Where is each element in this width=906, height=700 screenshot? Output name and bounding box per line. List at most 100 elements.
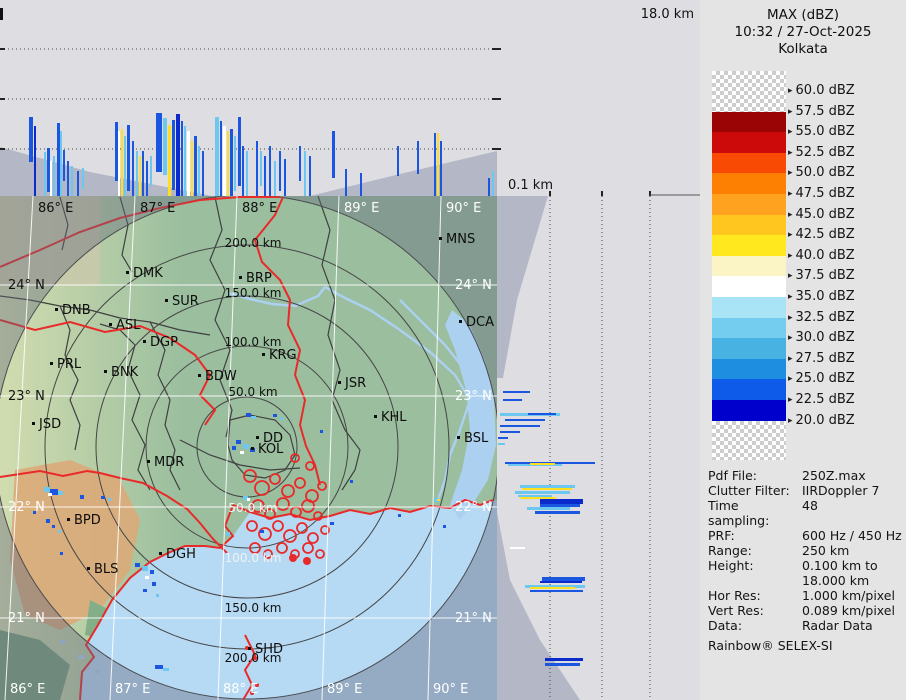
- city-marker-KRG: [262, 353, 265, 356]
- meta-row: Clutter Filter: IIRDoppler 7: [708, 483, 902, 498]
- echo-profile-bar: [220, 121, 222, 196]
- radar-echo: [145, 576, 149, 579]
- radar-echo: [246, 413, 251, 417]
- scale-tick-marker-icon: ▸: [788, 353, 793, 364]
- radar-echo: [58, 530, 61, 533]
- city-label-BDW: BDW: [205, 369, 237, 384]
- radar-map-panel[interactable]: 86° E 86° E 87° E 87° E 88° E 88° E 89° E 89° E…: [0, 194, 500, 700]
- radar-echo: [143, 589, 147, 592]
- side-height-profile-panel[interactable]: [497, 196, 700, 700]
- echo-profile-bar: [332, 131, 335, 178]
- echo-profile-bar: [500, 431, 520, 433]
- city-marker-KOL: [251, 447, 254, 450]
- scale-band: [712, 71, 786, 112]
- scale-tick-marker-icon: ▸: [788, 189, 793, 199]
- meta-label: Vert Res:: [708, 603, 764, 618]
- scale-band: [712, 420, 786, 460]
- echo-profile-bar: [127, 125, 130, 191]
- city-label-BLS: BLS: [94, 562, 118, 577]
- city-label-MDR: MDR: [154, 455, 184, 470]
- echo-profile-bar: [115, 122, 118, 181]
- radar-echo: [163, 668, 169, 671]
- scale-tick-marker-icon: ▸: [788, 127, 793, 138]
- echo-profile-bar: [545, 658, 583, 661]
- echo-profile-bar: [53, 156, 55, 196]
- radar-echo: [232, 446, 236, 450]
- city-marker-DD: [256, 436, 259, 439]
- radar-echo: [273, 414, 277, 417]
- radar-echo: [48, 493, 52, 496]
- echo-profile-bar: [47, 148, 50, 192]
- longitude-label: 88° E: [223, 682, 258, 697]
- echo-profile-bar: [77, 171, 79, 196]
- radar-echo: [280, 417, 283, 420]
- echo-profile-bar: [139, 156, 141, 196]
- city-label-PRL: PRL: [57, 357, 82, 372]
- echo-profile-bar: [57, 123, 60, 196]
- radar-echo: [330, 522, 334, 525]
- echo-profile-bar: [63, 150, 65, 181]
- scale-tick-label: ▸ 40.0 dBZ: [788, 247, 855, 263]
- meta-value: 600 Hz / 450 Hz: [802, 528, 902, 543]
- city-label-BRP: BRP: [246, 271, 272, 286]
- scale-band: [712, 152, 786, 174]
- city-marker-BRP: [239, 276, 242, 279]
- echo-profile-bar: [121, 129, 123, 196]
- scale-band: [712, 194, 786, 216]
- city-marker-KHL: [374, 415, 377, 418]
- meta-row: Vert Res: 0.089 km/pixel: [708, 603, 902, 618]
- longitude-label: 86° E: [10, 682, 45, 697]
- echo-profile-bar: [184, 126, 186, 196]
- city-marker-MDR: [147, 460, 150, 463]
- echo-profile-bar: [191, 141, 193, 196]
- echo-profile-bar: [187, 131, 190, 196]
- meta-label: PRF:: [708, 528, 735, 543]
- meta-row: PRF: 600 Hz / 450 Hz: [708, 528, 902, 543]
- product-name: MAX (dBZ): [766, 7, 840, 23]
- echo-profile-bar: [198, 146, 200, 196]
- scale-band: [712, 255, 786, 277]
- radar-echo: [101, 496, 105, 499]
- city-label-BPD: BPD: [74, 513, 101, 528]
- echo-profile-bar: [238, 117, 241, 186]
- scale-tick-label: ▸ 22.5 dBZ: [788, 392, 855, 407]
- latitude-label: 23° N: [455, 389, 492, 404]
- city-label-BNK: BNK: [111, 365, 139, 380]
- radar-site-name: Kolkata: [778, 41, 828, 57]
- echo-profile-bar: [498, 443, 505, 445]
- echo-profile-bar: [29, 117, 33, 162]
- meta-value: IIRDoppler 7: [802, 483, 880, 498]
- city-marker-JSD: [32, 422, 35, 425]
- echo-profile-bar: [530, 463, 555, 465]
- radar-echo: [44, 487, 50, 492]
- echo-profile-bar: [230, 129, 233, 196]
- echo-profile-bar: [299, 146, 301, 181]
- city-marker-BDW: [198, 374, 201, 377]
- radar-echo: [142, 566, 148, 571]
- scale-band: [712, 297, 786, 319]
- coverage-wedge: [497, 196, 548, 378]
- meta-row: Data: Radar Data: [708, 618, 902, 633]
- echo-profile-bar: [132, 141, 134, 196]
- city-label-JSD: JSD: [38, 417, 61, 432]
- echo-profile-bar: [172, 120, 175, 190]
- echo-profile-bar: [545, 663, 580, 666]
- city-label-DNB: DNB: [62, 303, 91, 318]
- echo-profile-bar: [530, 587, 575, 589]
- radar-echo: [150, 570, 154, 574]
- city-label-JSR: JSR: [344, 376, 366, 391]
- scale-tick-label: ▸ 35.0 dBZ: [788, 289, 855, 304]
- meta-value: 0.100 km to 18.000 km: [802, 558, 878, 588]
- scale-tick-label: ▸ 50.0 dBZ: [788, 165, 855, 181]
- scale-tick-marker-icon: ▸: [788, 333, 793, 344]
- scale-band: [712, 276, 786, 298]
- top-height-profile-panel[interactable]: [0, 0, 497, 196]
- radar-echo: [236, 440, 241, 444]
- echo-profile-bar: [176, 114, 180, 196]
- echo-profile-bar: [542, 577, 585, 581]
- echo-profile-bar: [181, 121, 183, 196]
- longitude-label: 90° E: [433, 682, 468, 697]
- radar-echo: [80, 495, 84, 499]
- radar-echo: [152, 582, 156, 586]
- latitude-label: 22° N: [8, 500, 45, 515]
